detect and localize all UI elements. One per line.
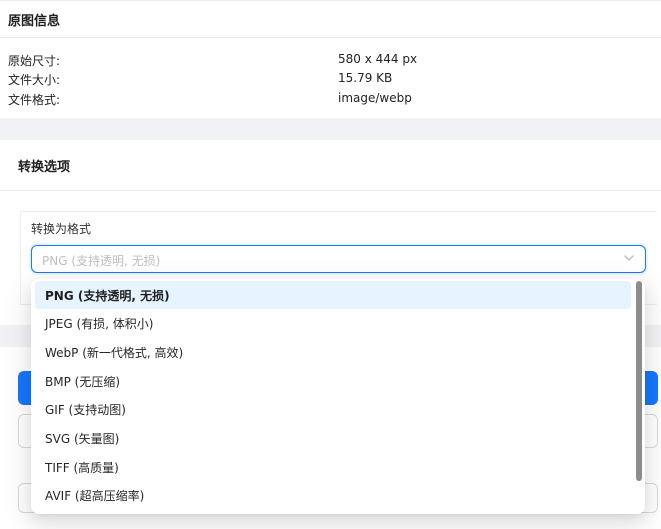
format-value: image/webp	[338, 91, 412, 105]
format-field-label: 转换为格式	[31, 222, 92, 236]
option-webp[interactable]: WebP (新一代格式, 高效)	[35, 338, 631, 366]
filesize-value: 15.79 KB	[338, 71, 393, 85]
format-dropdown: PNG (支持透明, 无损) JPEG (有损, 体积小) WebP (新一代格…	[31, 279, 645, 514]
format-select[interactable]: PNG (支持透明, 无损)	[31, 245, 646, 273]
option-bmp[interactable]: BMP (无压缩)	[35, 367, 631, 395]
option-svg[interactable]: SVG (矢量图)	[35, 424, 631, 452]
option-tiff[interactable]: TIFF (高质量)	[35, 453, 631, 481]
original-info-title: 原图信息	[0, 1, 661, 38]
option-png[interactable]: PNG (支持透明, 无损)	[35, 281, 631, 309]
option-jpeg[interactable]: JPEG (有损, 体积小)	[35, 309, 631, 337]
option-gif[interactable]: GIF (支持动图)	[35, 395, 631, 423]
option-avif[interactable]: AVIF (超高压缩率)	[35, 481, 631, 509]
size-label: 原始尺寸:	[8, 54, 61, 68]
convert-options-title: 转换选项	[0, 140, 661, 191]
size-value: 580 x 444 px	[338, 52, 418, 66]
format-label: 文件格式:	[8, 93, 61, 107]
chevron-down-icon	[624, 255, 634, 261]
filesize-label: 文件大小:	[8, 73, 61, 87]
original-info-card: 原图信息 原始尺寸: 580 x 444 px 文件大小: 15.79 KB 文…	[0, 0, 661, 118]
dropdown-scrollbar[interactable]	[636, 281, 642, 481]
format-select-placeholder: PNG (支持透明, 无损)	[42, 254, 161, 268]
